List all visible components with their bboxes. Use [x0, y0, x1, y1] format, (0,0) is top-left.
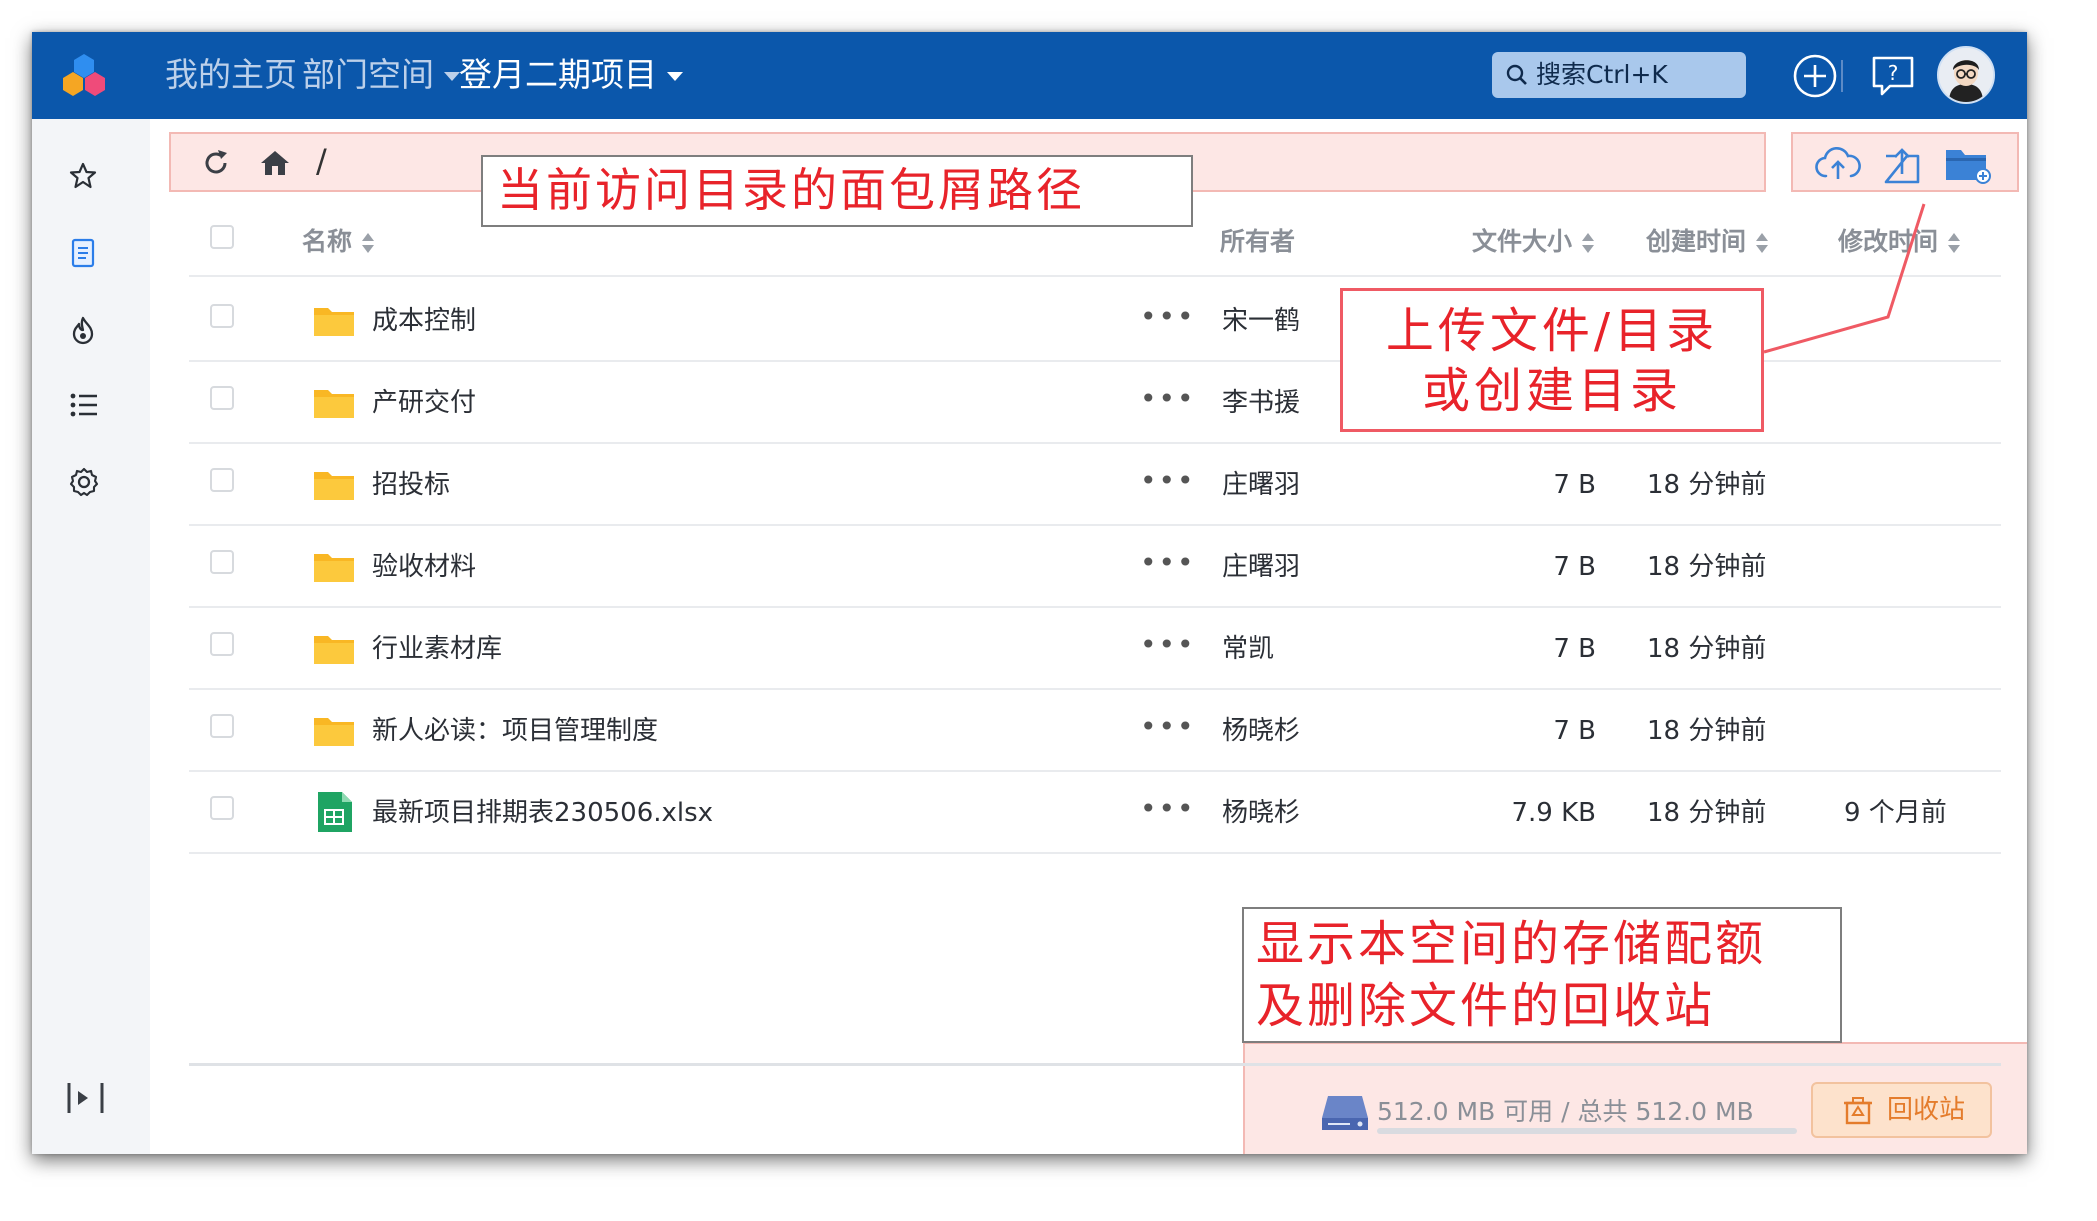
quota-annotation: 显示本空间的存储配额 及删除文件的回收站	[1242, 907, 1842, 1043]
app-window: 我的主页 部门空间 登月二期项目 搜索Ctrl+K ? / 名称 所有者 文件大…	[32, 32, 2027, 1154]
quota-annotation-line1: 显示本空间的存储配额	[1256, 916, 1767, 972]
quota-annotation-line2: 及删除文件的回收站	[1256, 978, 1716, 1034]
